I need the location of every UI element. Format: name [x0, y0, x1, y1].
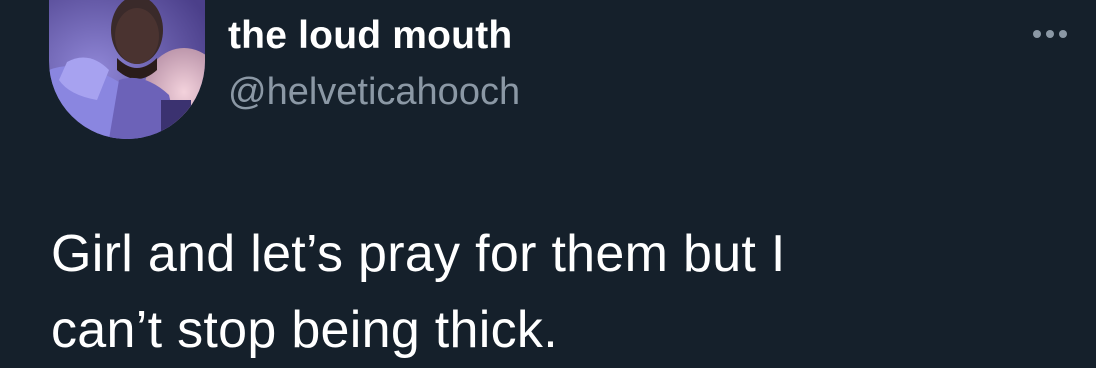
more-options-button[interactable] — [1024, 18, 1076, 50]
author-display-name[interactable]: the loud mouth — [228, 14, 512, 58]
tweet-text-line: Girl and let’s pray for them but I — [51, 225, 786, 283]
author-handle[interactable]: @helveticahooch — [228, 71, 520, 114]
ellipsis-icon — [1033, 30, 1041, 38]
tweet-text-line: can’t stop being thick. — [51, 301, 558, 359]
tweet-text: Girl and let’s pray for them but I can’t… — [51, 216, 1071, 368]
tweet-card: the loud mouth @helveticahooch Girl and … — [0, 0, 1096, 365]
avatar-photo — [49, 0, 205, 139]
author-avatar[interactable] — [49, 0, 205, 139]
ellipsis-icon — [1059, 30, 1067, 38]
ellipsis-icon — [1046, 30, 1054, 38]
